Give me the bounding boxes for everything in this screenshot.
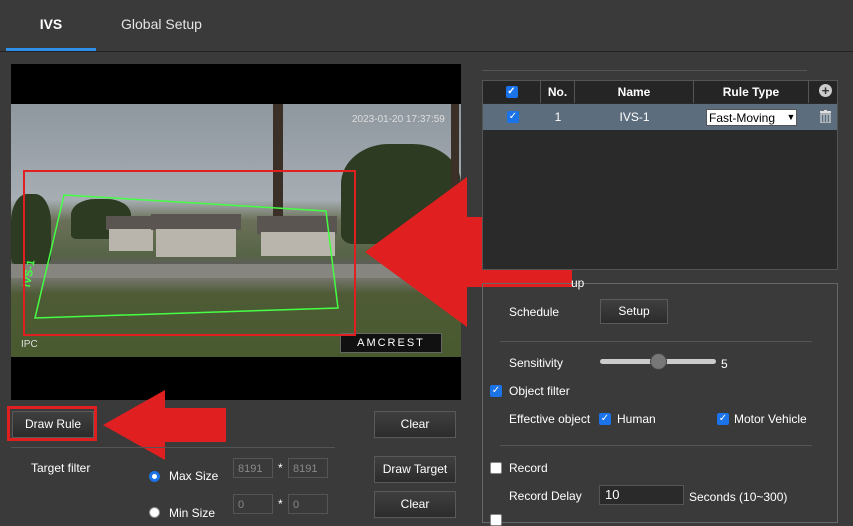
- tab-ivs[interactable]: IVS: [6, 0, 96, 51]
- clear-rule-button[interactable]: Clear: [374, 411, 456, 438]
- min-height-input[interactable]: 0: [288, 494, 328, 514]
- rule-enable-checkbox[interactable]: ✓: [507, 111, 519, 123]
- rule-no: 1: [554, 110, 562, 124]
- sensitivity-label: Sensitivity: [509, 356, 564, 370]
- annotation-arrow-left-icon: [103, 390, 226, 460]
- schedule-setup-button[interactable]: Setup: [600, 299, 668, 324]
- add-rule-icon[interactable]: +: [819, 84, 832, 97]
- min-width-input[interactable]: 0: [233, 494, 273, 514]
- annotation-highlight-box: [23, 170, 356, 336]
- record-delay-label: Record Delay: [509, 489, 582, 503]
- divider: [500, 341, 812, 342]
- size-separator: *: [278, 461, 283, 475]
- schedule-label: Schedule: [509, 305, 560, 319]
- select-all-checkbox[interactable]: ✓: [505, 86, 518, 98]
- rule-name: IVS-1: [619, 110, 650, 124]
- trash-icon[interactable]: [820, 110, 831, 123]
- motor-vehicle-label: Motor Vehicle: [734, 412, 807, 426]
- draw-target-button[interactable]: Draw Target: [374, 456, 456, 483]
- clear-target-button[interactable]: Clear: [374, 491, 456, 518]
- record-checkbox[interactable]: [490, 462, 502, 474]
- divider: [482, 70, 807, 71]
- target-filter-label: Target filter: [31, 461, 91, 475]
- divider: [500, 445, 812, 446]
- header-select-all: ✓: [483, 81, 541, 103]
- rule-type-value: Fast-Moving: [709, 111, 776, 125]
- size-separator: *: [278, 497, 283, 511]
- human-label: Human: [617, 412, 656, 426]
- sensitivity-slider-handle[interactable]: [650, 353, 667, 370]
- min-size-label: Min Size: [169, 506, 216, 520]
- section-title: up: [571, 276, 585, 290]
- motor-vehicle-checkbox[interactable]: ✓: [717, 413, 729, 425]
- chevron-down-icon[interactable]: ▼: [786, 110, 796, 125]
- next-option-checkbox[interactable]: [490, 514, 502, 526]
- record-delay-unit: Seconds (10~300): [689, 490, 788, 504]
- rule-type-select[interactable]: Fast-Moving: [706, 109, 797, 126]
- divider: [11, 447, 335, 448]
- max-width-input[interactable]: 8191: [233, 458, 273, 478]
- min-size-radio[interactable]: [149, 507, 160, 518]
- max-size-label: Max Size: [169, 469, 219, 483]
- record-label: Record: [509, 461, 548, 475]
- max-height-input[interactable]: 8191: [288, 458, 328, 478]
- amcrest-logo: AMCREST: [340, 333, 442, 353]
- channel-label: IPC: [21, 339, 38, 350]
- object-filter-label: Object filter: [509, 384, 570, 398]
- video-timestamp: 2023-01-20 17:37:59: [352, 114, 445, 125]
- sensitivity-value: 5: [721, 357, 728, 371]
- record-delay-input[interactable]: 10: [599, 485, 684, 505]
- header-rule-type: Rule Type: [694, 81, 809, 103]
- max-size-radio[interactable]: [149, 471, 160, 482]
- human-checkbox[interactable]: ✓: [599, 413, 611, 425]
- effective-object-label: Effective object: [509, 412, 591, 426]
- draw-rule-button[interactable]: Draw Rule: [12, 411, 94, 438]
- object-filter-checkbox[interactable]: ✓: [490, 385, 502, 397]
- header-no: No.: [541, 81, 575, 103]
- tab-global-setup[interactable]: Global Setup: [104, 0, 219, 49]
- header-name: Name: [575, 81, 694, 103]
